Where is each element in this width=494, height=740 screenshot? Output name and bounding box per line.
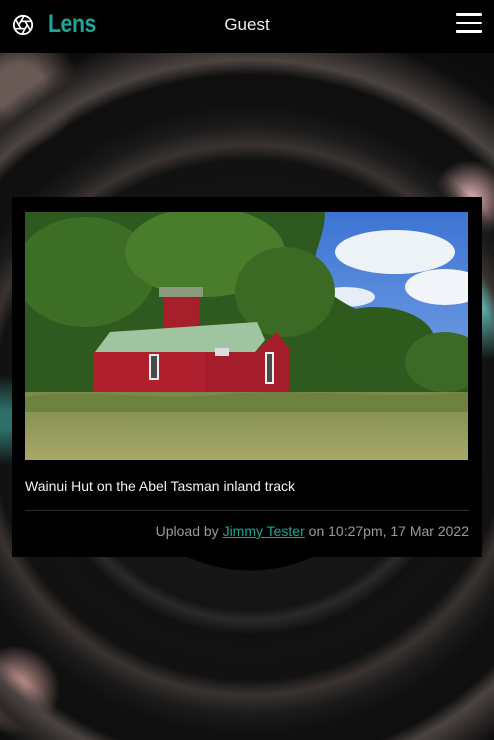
photo-caption: Wainui Hut on the Abel Tasman inland tra…: [25, 478, 469, 511]
author-link[interactable]: Jimmy Tester: [223, 523, 305, 539]
upload-on-text: on: [308, 523, 329, 539]
navbar: Lens Guest: [0, 0, 494, 53]
post-photo[interactable]: [25, 212, 468, 460]
user-status-label: Guest: [224, 15, 270, 34]
photo-card: Wainui Hut on the Abel Tasman inland tra…: [12, 197, 482, 557]
hamburger-menu-icon[interactable]: [456, 13, 482, 37]
upload-info: Upload by Jimmy Tester on 10:27pm, 17 Ma…: [25, 523, 469, 539]
upload-prefix: Upload by: [155, 523, 223, 539]
upload-timestamp: 10:27pm, 17 Mar 2022: [328, 523, 469, 539]
